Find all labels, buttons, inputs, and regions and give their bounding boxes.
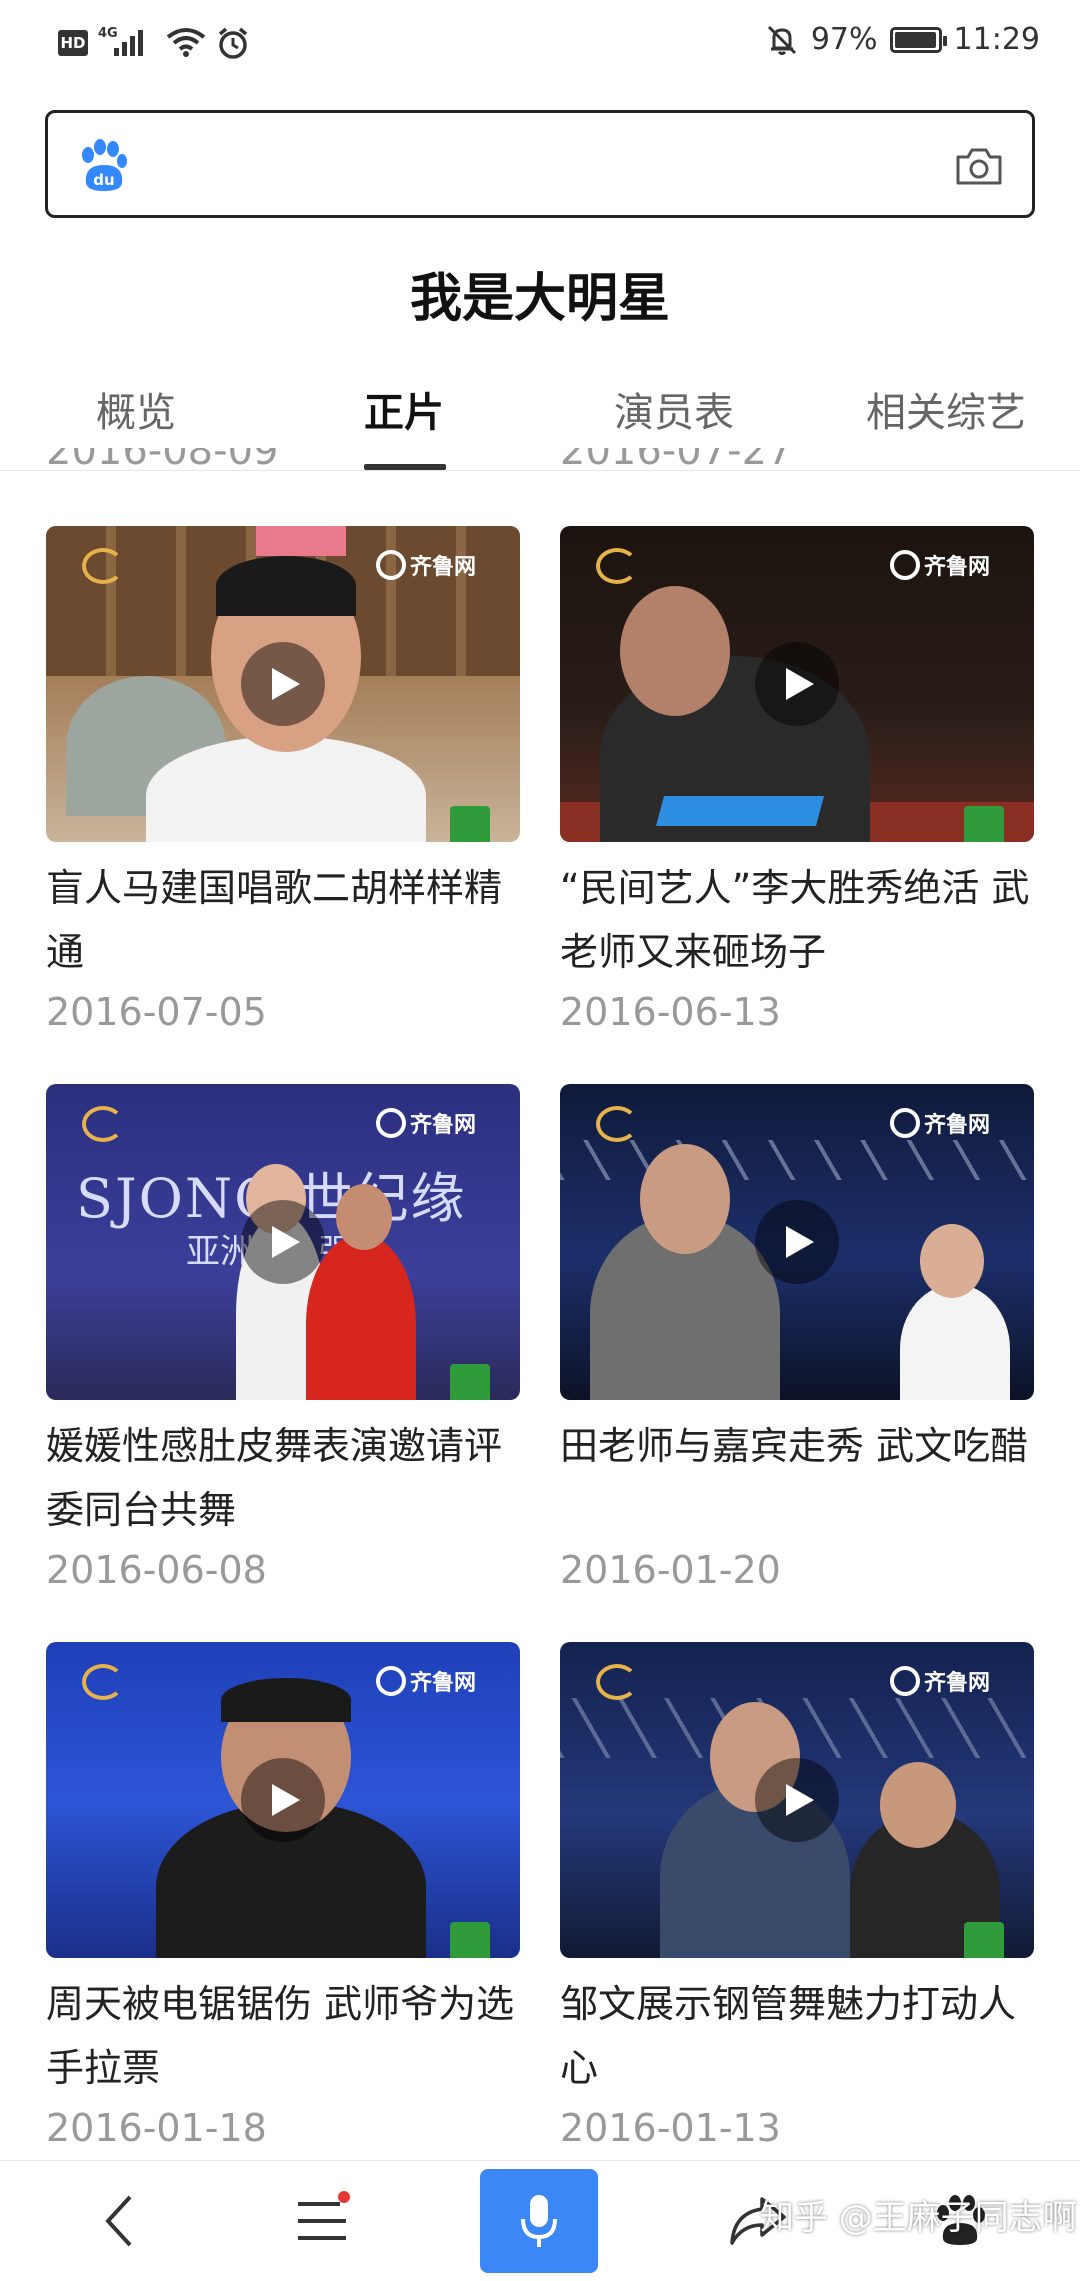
video-title[interactable]: 媛媛性感肚皮舞表演邀请评委同台共舞 <box>46 1414 520 1542</box>
channel-logo <box>82 1664 124 1700</box>
microphone-icon <box>521 2195 557 2247</box>
video-card[interactable]: 齐鲁网 田老师与嘉宾走秀 武文吃醋 2016-01-20 <box>560 1084 1034 1592</box>
video-thumbnail[interactable]: 齐鲁网 <box>46 1642 520 1958</box>
watermark-logo: 齐鲁网 <box>376 1662 496 1700</box>
watermark-logo: 齐鲁网 <box>376 1104 496 1142</box>
alarm-icon <box>218 27 248 59</box>
camera-icon[interactable] <box>954 145 1004 187</box>
channel-logo <box>596 1106 638 1142</box>
video-thumbnail[interactable]: 齐鲁网 <box>560 526 1034 842</box>
tab-cast[interactable]: 演员表 <box>614 380 734 438</box>
video-title[interactable]: 周天被电锯锯伤 武师爷为选手拉票 <box>46 1972 520 2100</box>
video-grid: 齐鲁网 盲人马建国唱歌二胡样样精通 2016-07-05 齐鲁网 “民间艺人”李… <box>0 470 1080 2160</box>
video-title[interactable]: 盲人马建国唱歌二胡样样精通 <box>46 856 520 984</box>
menu-button[interactable] <box>290 2189 354 2253</box>
video-thumbnail[interactable]: 齐鲁网 <box>560 1642 1034 1958</box>
back-arrow-icon <box>105 2195 132 2247</box>
video-title[interactable]: “民间艺人”李大胜秀绝活 武老师又来砸场子 <box>560 856 1034 984</box>
signal-icon: 4G <box>98 26 156 60</box>
voice-search-button[interactable] <box>480 2169 598 2273</box>
status-right: 97% 11:29 <box>765 22 1040 57</box>
channel-logo <box>82 548 124 584</box>
video-title[interactable]: 田老师与嘉宾走秀 武文吃醋 <box>560 1414 1034 1478</box>
watermark-logo: 齐鲁网 <box>890 1662 1010 1700</box>
tab-overview[interactable]: 概览 <box>96 380 176 438</box>
video-card[interactable]: 齐鲁网 “民间艺人”李大胜秀绝活 武老师又来砸场子 2016-06-13 <box>560 526 1034 1034</box>
previous-date: 2016-07-27 <box>560 448 792 470</box>
video-date: 2016-06-08 <box>46 1548 267 1592</box>
back-button[interactable] <box>88 2189 152 2253</box>
play-icon[interactable] <box>241 1200 325 1284</box>
battery-percent: 97% <box>810 22 878 57</box>
wifi-icon <box>166 28 206 57</box>
video-card[interactable]: SJONG 世纪缘 亚洲 00 强 齐鲁网 媛媛性感肚皮舞表演邀请评委同台共舞 … <box>46 1084 520 1592</box>
video-thumbnail[interactable]: SJONG 世纪缘 亚洲 00 强 齐鲁网 <box>46 1084 520 1400</box>
watermark-logo: 齐鲁网 <box>890 546 1010 584</box>
video-card[interactable]: 齐鲁网 周天被电锯锯伤 武师爷为选手拉票 2016-01-18 <box>46 1642 520 2150</box>
video-thumbnail[interactable]: 齐鲁网 <box>46 526 520 842</box>
video-date: 2016-01-18 <box>46 2106 267 2150</box>
hd-badge: HD <box>58 30 88 56</box>
zhihu-watermark: 知乎 @王麻子同志啊 <box>760 2198 1077 2238</box>
play-icon[interactable] <box>241 1758 325 1842</box>
video-date: 2016-01-13 <box>560 2106 781 2150</box>
watermark-logo: 齐鲁网 <box>376 546 496 584</box>
play-icon[interactable] <box>755 1758 839 1842</box>
video-card[interactable]: 齐鲁网 邹文展示钢管舞魅力打动人心 2016-01-13 <box>560 1642 1034 2150</box>
video-thumbnail[interactable]: 齐鲁网 <box>560 1084 1034 1400</box>
mute-bell-icon <box>767 25 796 55</box>
video-date: 2016-06-13 <box>560 990 781 1034</box>
video-title[interactable]: 邹文展示钢管舞魅力打动人心 <box>560 1972 1034 2100</box>
play-icon[interactable] <box>755 642 839 726</box>
watermark-logo: 齐鲁网 <box>890 1104 1010 1142</box>
video-card[interactable]: 齐鲁网 盲人马建国唱歌二胡样样精通 2016-07-05 <box>46 526 520 1034</box>
status-bar: HD 4G 97% 11:29 <box>0 0 1080 90</box>
play-icon[interactable] <box>755 1200 839 1284</box>
channel-logo <box>596 1664 638 1700</box>
page-title: 我是大明星 <box>409 269 670 329</box>
baidu-paw-icon[interactable]: du <box>78 139 128 193</box>
notification-dot <box>338 2191 350 2203</box>
previous-date: 2016-08-09 <box>46 448 278 470</box>
status-left: HD 4G <box>58 26 250 60</box>
tab-episodes[interactable]: 正片 <box>364 380 444 438</box>
channel-logo <box>596 548 638 584</box>
clock: 11:29 <box>953 22 1040 57</box>
play-icon[interactable] <box>241 642 325 726</box>
search-bar[interactable]: du <box>45 110 1035 218</box>
tab-related-shows[interactable]: 相关综艺 <box>866 380 1026 438</box>
menu-icon <box>298 2202 346 2240</box>
video-date: 2016-01-20 <box>560 1548 781 1592</box>
video-date: 2016-07-05 <box>46 990 267 1034</box>
battery-icon <box>889 26 947 53</box>
baidu-logo-text: du <box>93 171 114 189</box>
channel-logo <box>82 1106 124 1142</box>
